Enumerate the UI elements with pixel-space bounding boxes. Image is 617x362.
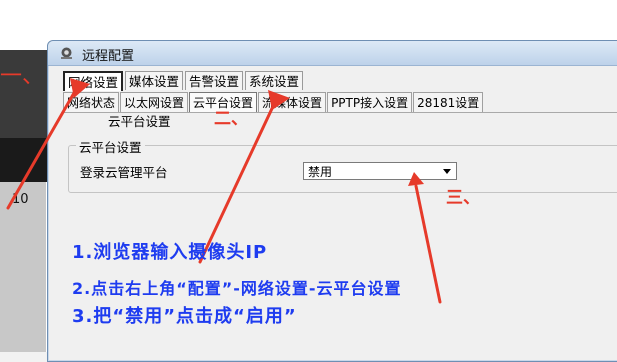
instruction-step-1: 1.浏览器输入摄像头IP (72, 242, 268, 263)
annotation-step-two-mark: 二、 (214, 109, 248, 129)
instruction-step-3: 3.把“禁用”点击成“启用” (72, 306, 297, 327)
annotation-arrows (6, 78, 442, 304)
annotation-step-three-mark: 三、 (446, 188, 480, 208)
instruction-step-2: 2.点击右上角“配置”-网络设置-云平台设置 (72, 279, 402, 298)
arrow-to-select (414, 184, 442, 304)
arrow-to-network-tab (6, 84, 80, 210)
arrowhead-select (408, 172, 424, 186)
